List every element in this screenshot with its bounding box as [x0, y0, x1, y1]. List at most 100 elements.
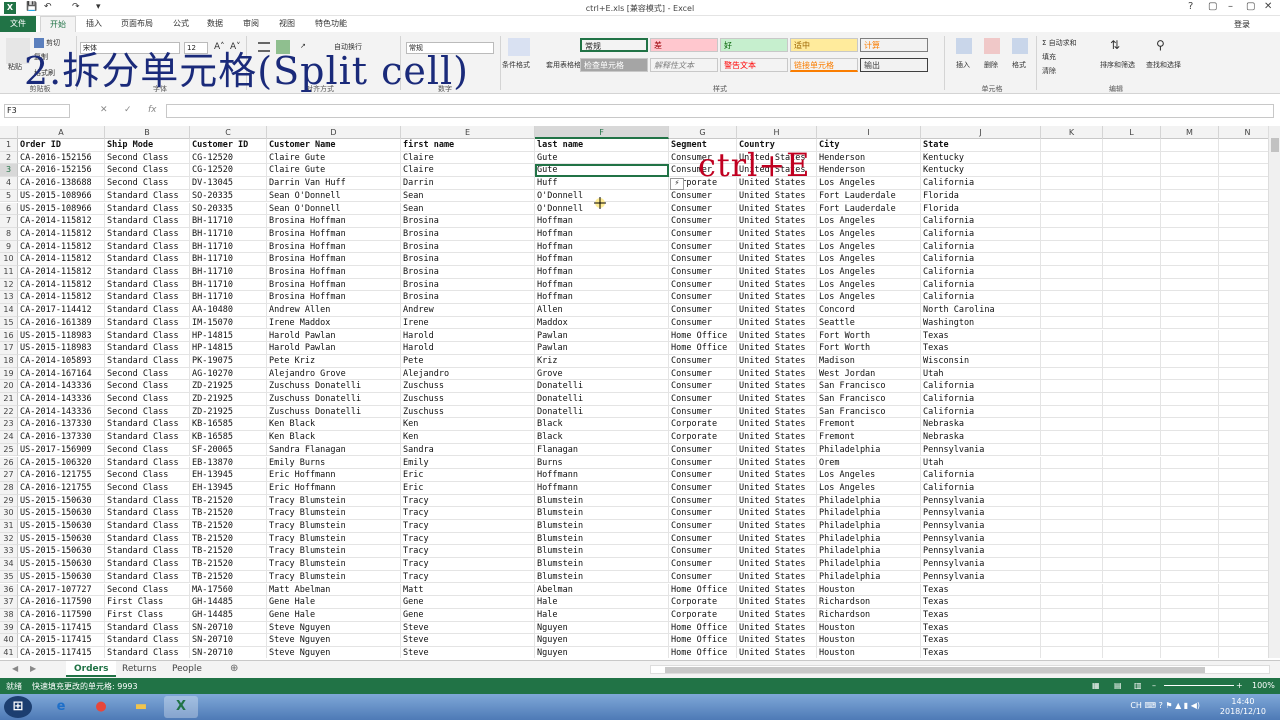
cell-c37[interactable]: GH-14485	[190, 596, 267, 609]
row-header[interactable]: 10	[0, 253, 18, 266]
cell-i5[interactable]: Fort Lauderdale	[817, 189, 921, 203]
cell-i35[interactable]: Philadelphia	[817, 570, 921, 584]
cell-j13[interactable]: California	[921, 291, 1041, 305]
cell-n40[interactable]	[1219, 634, 1268, 647]
cell-e11[interactable]: Brosina	[401, 266, 535, 279]
cell-f25[interactable]: Flanagan	[535, 443, 669, 457]
insert-cells-button[interactable]: 插入	[956, 60, 970, 70]
cell-d30[interactable]: Tracy Blumstein	[267, 507, 401, 520]
cell-l17[interactable]	[1103, 342, 1161, 355]
cell-j38[interactable]: Texas	[921, 608, 1041, 622]
cell-h6[interactable]: United States	[737, 202, 817, 216]
page-layout-view-icon[interactable]: ▤	[1114, 681, 1122, 690]
cell-h20[interactable]: United States	[737, 380, 817, 393]
cell-a22[interactable]: CA-2014-143336	[18, 405, 105, 419]
function-icon[interactable]: fx	[148, 105, 157, 115]
cell-h40[interactable]: United States	[737, 634, 817, 647]
select-all-corner[interactable]	[0, 126, 18, 139]
cell-d20[interactable]: Zuschuss Donatelli	[267, 380, 401, 393]
cell-m19[interactable]	[1161, 367, 1219, 381]
cell-i36[interactable]: Houston	[817, 583, 921, 597]
row-header[interactable]: 11	[0, 266, 18, 279]
cell-i2[interactable]: Henderson	[817, 151, 921, 165]
cell-c20[interactable]: ZD-21925	[190, 380, 267, 393]
row-header[interactable]: 3	[0, 164, 18, 178]
cell-e24[interactable]: Ken	[401, 431, 535, 444]
sort-filter-button[interactable]: 排序和筛选	[1100, 60, 1135, 70]
row-header[interactable]: 19	[0, 367, 18, 381]
cell-f23[interactable]: Black	[535, 418, 669, 432]
cell-g11[interactable]: Consumer	[669, 266, 737, 279]
cell-h24[interactable]: United States	[737, 431, 817, 444]
zoom-level[interactable]: 100%	[1252, 681, 1275, 690]
cell-i22[interactable]: San Francisco	[817, 405, 921, 419]
row-header[interactable]: 22	[0, 405, 18, 419]
cell-f12[interactable]: Hoffman	[535, 278, 669, 292]
cell-m31[interactable]	[1161, 520, 1219, 533]
cell-m33[interactable]	[1161, 545, 1219, 559]
cell-e41[interactable]: Steve	[401, 647, 535, 658]
cell-h17[interactable]: United States	[737, 342, 817, 355]
cell-k41[interactable]	[1041, 647, 1103, 658]
row-header[interactable]: 7	[0, 215, 18, 228]
horizontal-scrollbar[interactable]	[650, 665, 1270, 674]
cell-h14[interactable]: United States	[737, 304, 817, 317]
cell-g32[interactable]: Consumer	[669, 532, 737, 546]
cell-h15[interactable]: United States	[737, 316, 817, 330]
cell-k14[interactable]	[1041, 304, 1103, 317]
cell-n32[interactable]	[1219, 533, 1268, 546]
cell-g23[interactable]: Corporate	[669, 418, 737, 432]
row-header[interactable]: 14	[0, 304, 18, 317]
cell-b36[interactable]: Second Class	[105, 583, 190, 597]
cell-k39[interactable]	[1041, 621, 1103, 635]
column-header-c[interactable]: C	[190, 126, 267, 139]
clear-button[interactable]: 清除	[1042, 66, 1056, 76]
zoom-in-icon[interactable]: +	[1236, 681, 1243, 690]
ribbon-display-icon[interactable]: ▢	[1208, 1, 1217, 12]
cell-n24[interactable]	[1219, 431, 1268, 444]
row-header[interactable]: 13	[0, 291, 18, 305]
cell-g34[interactable]: Consumer	[669, 558, 737, 571]
cell-f15[interactable]: Maddox	[535, 316, 669, 330]
tab-review[interactable]: 审阅	[236, 16, 266, 32]
cell-j23[interactable]: Nebraska	[921, 418, 1041, 432]
row-header[interactable]: 21	[0, 393, 18, 406]
cell-a16[interactable]: US-2015-118983	[18, 329, 105, 343]
cell-d9[interactable]: Brosina Hoffman	[267, 240, 401, 254]
column-header-d[interactable]: D	[267, 126, 401, 139]
cell-m8[interactable]	[1161, 227, 1219, 241]
cell-a3[interactable]: CA-2016-152156	[18, 164, 105, 178]
cell-h19[interactable]: United States	[737, 367, 817, 381]
cell-g37[interactable]: Corporate	[669, 596, 737, 609]
maximize-icon[interactable]: ▢	[1246, 1, 1255, 12]
sheet-tab-returns[interactable]: Returns	[114, 661, 165, 677]
cell-k37[interactable]	[1041, 596, 1103, 609]
cell-a27[interactable]: CA-2016-121755	[18, 469, 105, 482]
cell-b4[interactable]: Second Class	[105, 177, 190, 190]
cell-d39[interactable]: Steve Nguyen	[267, 621, 401, 635]
cell-j36[interactable]: Texas	[921, 583, 1041, 597]
cell-h13[interactable]: United States	[737, 291, 817, 305]
cell-l34[interactable]	[1103, 558, 1161, 571]
cell-i14[interactable]: Concord	[817, 304, 921, 317]
help-icon[interactable]: ?	[1188, 1, 1193, 12]
cell-m27[interactable]	[1161, 469, 1219, 482]
cell-a17[interactable]: US-2015-118983	[18, 342, 105, 355]
style-calculation[interactable]: 计算	[860, 38, 928, 52]
scroll-thumb[interactable]	[1271, 138, 1279, 152]
cell-k1[interactable]	[1041, 139, 1103, 152]
cell-f20[interactable]: Donatelli	[535, 380, 669, 393]
cell-j6[interactable]: Florida	[921, 202, 1041, 216]
cell-n3[interactable]	[1219, 164, 1268, 178]
cell-l21[interactable]	[1103, 393, 1161, 406]
cell-g7[interactable]: Consumer	[669, 215, 737, 228]
cell-n19[interactable]	[1219, 368, 1268, 381]
clock[interactable]: 14:40 2018/12/10	[1220, 697, 1266, 717]
cell-b29[interactable]: Standard Class	[105, 494, 190, 508]
cell-l15[interactable]	[1103, 316, 1161, 330]
cell-a10[interactable]: CA-2014-115812	[18, 253, 105, 266]
add-sheet-icon[interactable]: ⊕	[230, 663, 238, 674]
cell-n11[interactable]	[1219, 266, 1268, 279]
cell-b30[interactable]: Standard Class	[105, 507, 190, 520]
cell-i31[interactable]: Philadelphia	[817, 520, 921, 533]
